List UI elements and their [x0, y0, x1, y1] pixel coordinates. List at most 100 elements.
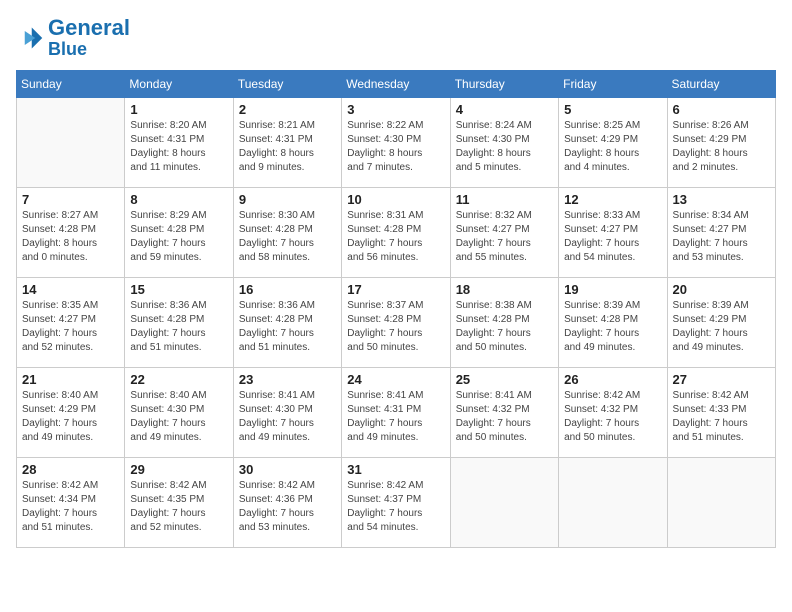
day-info: Sunrise: 8:26 AM Sunset: 4:29 PM Dayligh…: [673, 119, 770, 175]
calendar-cell: 18 Sunrise: 8:38 AM Sunset: 4:28 PM Dayli…: [450, 277, 558, 367]
day-number: 8: [130, 192, 227, 207]
day-number: 7: [22, 192, 119, 207]
calendar-cell: 25 Sunrise: 8:41 AM Sunset: 4:32 PM Dayli…: [450, 367, 558, 457]
page-header: General Blue: [16, 16, 776, 60]
calendar-cell: 24Sunrise: 8:41 AM Sunset: 4:31 PM Dayli…: [342, 367, 450, 457]
calendar-cell: 19 Sunrise: 8:39 AM Sunset: 4:28 PM Dayli…: [559, 277, 667, 367]
weekday-header: Friday: [559, 70, 667, 97]
calendar-cell: 15Sunrise: 8:36 AM Sunset: 4:28 PM Dayli…: [125, 277, 233, 367]
day-info: Sunrise: 8:22 AM Sunset: 4:30 PM Dayligh…: [347, 119, 444, 175]
calendar-cell: 17 Sunrise: 8:37 AM Sunset: 4:28 PM Dayli…: [342, 277, 450, 367]
calendar-cell: 1 Sunrise: 8:20 AM Sunset: 4:31 PM Daylig…: [125, 97, 233, 187]
day-number: 23: [239, 372, 336, 387]
day-info: Sunrise: 8:30 AM Sunset: 4:28 PM Dayligh…: [239, 209, 336, 265]
calendar-cell: 10 Sunrise: 8:31 AM Sunset: 4:28 PM Dayli…: [342, 187, 450, 277]
day-number: 18: [456, 282, 553, 297]
day-info: Sunrise: 8:40 AM Sunset: 4:29 PM Dayligh…: [22, 389, 119, 445]
day-info: Sunrise: 8:42 AM Sunset: 4:32 PM Dayligh…: [564, 389, 661, 445]
day-info: Sunrise: 8:42 AM Sunset: 4:35 PM Dayligh…: [130, 479, 227, 535]
day-number: 13: [673, 192, 770, 207]
calendar-cell: 2 Sunrise: 8:21 AM Sunset: 4:31 PM Daylig…: [233, 97, 341, 187]
day-info: Sunrise: 8:41 AM Sunset: 4:32 PM Dayligh…: [456, 389, 553, 445]
day-info: Sunrise: 8:42 AM Sunset: 4:33 PM Dayligh…: [673, 389, 770, 445]
day-number: 19: [564, 282, 661, 297]
day-number: 11: [456, 192, 553, 207]
logo: General Blue: [16, 16, 130, 60]
calendar-cell: 21Sunrise: 8:40 AM Sunset: 4:29 PM Dayli…: [17, 367, 125, 457]
day-info: Sunrise: 8:39 AM Sunset: 4:29 PM Dayligh…: [673, 299, 770, 355]
day-info: Sunrise: 8:32 AM Sunset: 4:27 PM Dayligh…: [456, 209, 553, 265]
day-info: Sunrise: 8:42 AM Sunset: 4:37 PM Dayligh…: [347, 479, 444, 535]
calendar-cell: 8 Sunrise: 8:29 AM Sunset: 4:28 PM Daylig…: [125, 187, 233, 277]
calendar-cell: 20 Sunrise: 8:39 AM Sunset: 4:29 PM Dayli…: [667, 277, 775, 367]
calendar-week-row: 14Sunrise: 8:35 AM Sunset: 4:27 PM Dayli…: [17, 277, 776, 367]
day-info: Sunrise: 8:34 AM Sunset: 4:27 PM Dayligh…: [673, 209, 770, 265]
calendar-cell: 23 Sunrise: 8:41 AM Sunset: 4:30 PM Dayli…: [233, 367, 341, 457]
day-number: 26: [564, 372, 661, 387]
weekday-header: Monday: [125, 70, 233, 97]
day-info: Sunrise: 8:35 AM Sunset: 4:27 PM Dayligh…: [22, 299, 119, 355]
calendar-table: SundayMondayTuesdayWednesdayThursdayFrid…: [16, 70, 776, 548]
calendar-cell: [667, 457, 775, 547]
calendar-cell: [559, 457, 667, 547]
day-info: Sunrise: 8:39 AM Sunset: 4:28 PM Dayligh…: [564, 299, 661, 355]
day-number: 3: [347, 102, 444, 117]
day-number: 28: [22, 462, 119, 477]
calendar-cell: 28 Sunrise: 8:42 AM Sunset: 4:34 PM Dayli…: [17, 457, 125, 547]
day-info: Sunrise: 8:20 AM Sunset: 4:31 PM Dayligh…: [130, 119, 227, 175]
day-number: 27: [673, 372, 770, 387]
day-info: Sunrise: 8:24 AM Sunset: 4:30 PM Dayligh…: [456, 119, 553, 175]
weekday-header: Saturday: [667, 70, 775, 97]
day-info: Sunrise: 8:42 AM Sunset: 4:36 PM Dayligh…: [239, 479, 336, 535]
day-number: 31: [347, 462, 444, 477]
weekday-header: Wednesday: [342, 70, 450, 97]
calendar-body: 1 Sunrise: 8:20 AM Sunset: 4:31 PM Daylig…: [17, 97, 776, 547]
day-number: 15: [130, 282, 227, 297]
day-info: Sunrise: 8:40 AM Sunset: 4:30 PM Dayligh…: [130, 389, 227, 445]
calendar-week-row: 21Sunrise: 8:40 AM Sunset: 4:29 PM Dayli…: [17, 367, 776, 457]
day-number: 29: [130, 462, 227, 477]
day-number: 9: [239, 192, 336, 207]
day-number: 2: [239, 102, 336, 117]
day-number: 1: [130, 102, 227, 117]
day-info: Sunrise: 8:36 AM Sunset: 4:28 PM Dayligh…: [239, 299, 336, 355]
day-info: Sunrise: 8:41 AM Sunset: 4:30 PM Dayligh…: [239, 389, 336, 445]
day-number: 12: [564, 192, 661, 207]
weekday-header: Thursday: [450, 70, 558, 97]
calendar-cell: 31 Sunrise: 8:42 AM Sunset: 4:37 PM Dayli…: [342, 457, 450, 547]
logo-text: General Blue: [48, 16, 130, 60]
day-info: Sunrise: 8:33 AM Sunset: 4:27 PM Dayligh…: [564, 209, 661, 265]
day-info: Sunrise: 8:21 AM Sunset: 4:31 PM Dayligh…: [239, 119, 336, 175]
day-info: Sunrise: 8:37 AM Sunset: 4:28 PM Dayligh…: [347, 299, 444, 355]
calendar-cell: 5Sunrise: 8:25 AM Sunset: 4:29 PM Daylig…: [559, 97, 667, 187]
calendar-cell: 16 Sunrise: 8:36 AM Sunset: 4:28 PM Dayli…: [233, 277, 341, 367]
calendar-cell: 14Sunrise: 8:35 AM Sunset: 4:27 PM Dayli…: [17, 277, 125, 367]
day-number: 5: [564, 102, 661, 117]
day-number: 4: [456, 102, 553, 117]
calendar-cell: 3 Sunrise: 8:22 AM Sunset: 4:30 PM Daylig…: [342, 97, 450, 187]
calendar-header-row: SundayMondayTuesdayWednesdayThursdayFrid…: [17, 70, 776, 97]
calendar-cell: 30 Sunrise: 8:42 AM Sunset: 4:36 PM Dayli…: [233, 457, 341, 547]
calendar-week-row: 28 Sunrise: 8:42 AM Sunset: 4:34 PM Dayli…: [17, 457, 776, 547]
day-number: 6: [673, 102, 770, 117]
day-info: Sunrise: 8:42 AM Sunset: 4:34 PM Dayligh…: [22, 479, 119, 535]
calendar-week-row: 1 Sunrise: 8:20 AM Sunset: 4:31 PM Daylig…: [17, 97, 776, 187]
day-info: Sunrise: 8:31 AM Sunset: 4:28 PM Dayligh…: [347, 209, 444, 265]
day-number: 25: [456, 372, 553, 387]
calendar-week-row: 7Sunrise: 8:27 AM Sunset: 4:28 PM Daylig…: [17, 187, 776, 277]
logo-icon: [16, 24, 44, 52]
day-number: 22: [130, 372, 227, 387]
calendar-cell: 9 Sunrise: 8:30 AM Sunset: 4:28 PM Daylig…: [233, 187, 341, 277]
calendar-cell: 4 Sunrise: 8:24 AM Sunset: 4:30 PM Daylig…: [450, 97, 558, 187]
day-number: 30: [239, 462, 336, 477]
day-number: 20: [673, 282, 770, 297]
calendar-cell: [17, 97, 125, 187]
day-number: 17: [347, 282, 444, 297]
day-info: Sunrise: 8:41 AM Sunset: 4:31 PM Dayligh…: [347, 389, 444, 445]
day-number: 16: [239, 282, 336, 297]
calendar-cell: 12 Sunrise: 8:33 AM Sunset: 4:27 PM Dayli…: [559, 187, 667, 277]
day-info: Sunrise: 8:29 AM Sunset: 4:28 PM Dayligh…: [130, 209, 227, 265]
day-info: Sunrise: 8:38 AM Sunset: 4:28 PM Dayligh…: [456, 299, 553, 355]
calendar-cell: 27 Sunrise: 8:42 AM Sunset: 4:33 PM Dayli…: [667, 367, 775, 457]
day-number: 10: [347, 192, 444, 207]
